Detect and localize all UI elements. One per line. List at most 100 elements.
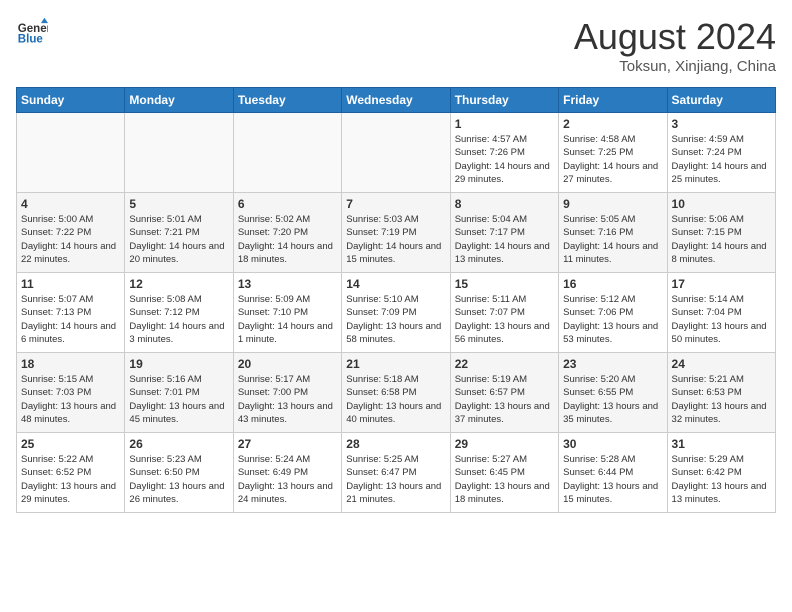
day-info: Sunrise: 5:08 AMSunset: 7:12 PMDaylight:… (129, 293, 228, 346)
calendar-cell: 14 Sunrise: 5:10 AMSunset: 7:09 PMDayligh… (342, 273, 450, 353)
calendar-cell (17, 113, 125, 193)
day-info: Sunrise: 5:23 AMSunset: 6:50 PMDaylight:… (129, 453, 228, 506)
day-number: 26 (129, 437, 228, 451)
calendar-cell: 2Sunrise: 4:58 AMSunset: 7:25 PMDaylight… (559, 113, 667, 193)
calendar-week-row: 11 Sunrise: 5:07 AMSunset: 7:13 PMDayligh… (17, 273, 776, 353)
day-number: 19 (129, 357, 228, 371)
calendar-cell: 12 Sunrise: 5:08 AMSunset: 7:12 PMDayligh… (125, 273, 233, 353)
location: Toksun, Xinjiang, China (574, 58, 776, 75)
day-info: Sunrise: 5:16 AMSunset: 7:01 PMDaylight:… (129, 373, 228, 426)
calendar-cell: 28 Sunrise: 5:25 AMSunset: 6:47 PMDayligh… (342, 433, 450, 513)
calendar-cell: 30Sunrise: 5:28 AMSunset: 6:44 PMDayligh… (559, 433, 667, 513)
day-info: Sunrise: 5:25 AMSunset: 6:47 PMDaylight:… (346, 453, 445, 506)
day-info: Sunrise: 5:11 AMSunset: 7:07 PMDaylight:… (455, 293, 554, 346)
logo-icon: General Blue (16, 16, 48, 48)
day-info: Sunrise: 5:05 AMSunset: 7:16 PMDaylight:… (563, 213, 662, 266)
day-number: 13 (238, 277, 337, 291)
calendar-cell (233, 113, 341, 193)
day-number: 7 (346, 197, 445, 211)
day-info: Sunrise: 5:28 AMSunset: 6:44 PMDaylight:… (563, 453, 662, 506)
page-header: General Blue August 2024 Toksun, Xinjian… (16, 16, 776, 75)
day-info: Sunrise: 5:04 AMSunset: 7:17 PMDaylight:… (455, 213, 554, 266)
calendar-cell: 24 Sunrise: 5:21 AMSunset: 6:53 PMDayligh… (667, 353, 775, 433)
day-info: Sunrise: 5:15 AMSunset: 7:03 PMDaylight:… (21, 373, 120, 426)
svg-text:Blue: Blue (18, 34, 44, 46)
day-number: 25 (21, 437, 120, 451)
calendar-cell: 16 Sunrise: 5:12 AMSunset: 7:06 PMDayligh… (559, 273, 667, 353)
day-info: Sunrise: 5:07 AMSunset: 7:13 PMDaylight:… (21, 293, 120, 346)
day-info: Sunrise: 5:21 AMSunset: 6:53 PMDaylight:… (672, 373, 771, 426)
day-info: Sunrise: 5:10 AMSunset: 7:09 PMDaylight:… (346, 293, 445, 346)
month-year: August 2024 (574, 16, 776, 58)
day-info: Sunrise: 5:02 AMSunset: 7:20 PMDaylight:… (238, 213, 337, 266)
day-info: Sunrise: 5:17 AMSunset: 7:00 PMDaylight:… (238, 373, 337, 426)
calendar-cell: 23Sunrise: 5:20 AMSunset: 6:55 PMDayligh… (559, 353, 667, 433)
day-info: Sunrise: 5:14 AMSunset: 7:04 PMDaylight:… (672, 293, 771, 346)
title-block: August 2024 Toksun, Xinjiang, China (574, 16, 776, 75)
day-number: 21 (346, 357, 445, 371)
day-info: Sunrise: 5:27 AMSunset: 6:45 PMDaylight:… (455, 453, 554, 506)
day-number: 11 (21, 277, 120, 291)
day-info: Sunrise: 5:18 AMSunset: 6:58 PMDaylight:… (346, 373, 445, 426)
day-number: 27 (238, 437, 337, 451)
day-info: Sunrise: 5:29 AMSunset: 6:42 PMDaylight:… (672, 453, 771, 506)
day-number: 6 (238, 197, 337, 211)
weekday-header-friday: Friday (559, 88, 667, 113)
calendar-cell: 8 Sunrise: 5:04 AMSunset: 7:17 PMDaylight… (450, 193, 558, 273)
weekday-header-wednesday: Wednesday (342, 88, 450, 113)
day-info: Sunrise: 5:24 AMSunset: 6:49 PMDaylight:… (238, 453, 337, 506)
calendar-cell: 17 Sunrise: 5:14 AMSunset: 7:04 PMDayligh… (667, 273, 775, 353)
day-info: Sunrise: 5:03 AMSunset: 7:19 PMDaylight:… (346, 213, 445, 266)
day-number: 22 (455, 357, 554, 371)
day-info: Sunrise: 5:09 AMSunset: 7:10 PMDaylight:… (238, 293, 337, 346)
calendar-cell: 26 Sunrise: 5:23 AMSunset: 6:50 PMDayligh… (125, 433, 233, 513)
weekday-header-sunday: Sunday (17, 88, 125, 113)
day-number: 31 (672, 437, 771, 451)
day-number: 10 (672, 197, 771, 211)
day-number: 29 (455, 437, 554, 451)
calendar-cell: 22Sunrise: 5:19 AMSunset: 6:57 PMDayligh… (450, 353, 558, 433)
day-number: 8 (455, 197, 554, 211)
calendar-cell (125, 113, 233, 193)
day-info: Sunrise: 4:59 AMSunset: 7:24 PMDaylight:… (672, 133, 771, 186)
day-number: 4 (21, 197, 120, 211)
calendar-cell: 4 Sunrise: 5:00 AMSunset: 7:22 PMDaylight… (17, 193, 125, 273)
calendar-table: SundayMondayTuesdayWednesdayThursdayFrid… (16, 87, 776, 513)
calendar-cell: 13 Sunrise: 5:09 AMSunset: 7:10 PMDayligh… (233, 273, 341, 353)
calendar-cell: 19 Sunrise: 5:16 AMSunset: 7:01 PMDayligh… (125, 353, 233, 433)
calendar-cell: 25 Sunrise: 5:22 AMSunset: 6:52 PMDayligh… (17, 433, 125, 513)
weekday-header-row: SundayMondayTuesdayWednesdayThursdayFrid… (17, 88, 776, 113)
day-info: Sunrise: 5:22 AMSunset: 6:52 PMDaylight:… (21, 453, 120, 506)
calendar-cell: 9 Sunrise: 5:05 AMSunset: 7:16 PMDaylight… (559, 193, 667, 273)
day-number: 28 (346, 437, 445, 451)
day-info: Sunrise: 5:12 AMSunset: 7:06 PMDaylight:… (563, 293, 662, 346)
day-number: 14 (346, 277, 445, 291)
day-number: 24 (672, 357, 771, 371)
weekday-header-monday: Monday (125, 88, 233, 113)
weekday-header-saturday: Saturday (667, 88, 775, 113)
calendar-cell: 10 Sunrise: 5:06 AMSunset: 7:15 PMDayligh… (667, 193, 775, 273)
calendar-week-row: 25 Sunrise: 5:22 AMSunset: 6:52 PMDayligh… (17, 433, 776, 513)
day-info: Sunrise: 5:00 AMSunset: 7:22 PMDaylight:… (21, 213, 120, 266)
day-number: 2 (563, 117, 662, 131)
day-number: 15 (455, 277, 554, 291)
calendar-cell: 27 Sunrise: 5:24 AMSunset: 6:49 PMDayligh… (233, 433, 341, 513)
day-number: 16 (563, 277, 662, 291)
calendar-cell: 6 Sunrise: 5:02 AMSunset: 7:20 PMDaylight… (233, 193, 341, 273)
calendar-cell: 11 Sunrise: 5:07 AMSunset: 7:13 PMDayligh… (17, 273, 125, 353)
day-number: 9 (563, 197, 662, 211)
day-number: 12 (129, 277, 228, 291)
calendar-week-row: 18Sunrise: 5:15 AMSunset: 7:03 PMDayligh… (17, 353, 776, 433)
calendar-cell: 20Sunrise: 5:17 AMSunset: 7:00 PMDayligh… (233, 353, 341, 433)
weekday-header-thursday: Thursday (450, 88, 558, 113)
day-number: 3 (672, 117, 771, 131)
calendar-week-row: 4 Sunrise: 5:00 AMSunset: 7:22 PMDaylight… (17, 193, 776, 273)
day-info: Sunrise: 5:20 AMSunset: 6:55 PMDaylight:… (563, 373, 662, 426)
weekday-header-tuesday: Tuesday (233, 88, 341, 113)
day-info: Sunrise: 5:01 AMSunset: 7:21 PMDaylight:… (129, 213, 228, 266)
day-number: 17 (672, 277, 771, 291)
calendar-cell: 1Sunrise: 4:57 AMSunset: 7:26 PMDaylight… (450, 113, 558, 193)
day-info: Sunrise: 4:57 AMSunset: 7:26 PMDaylight:… (455, 133, 554, 186)
day-info: Sunrise: 5:06 AMSunset: 7:15 PMDaylight:… (672, 213, 771, 266)
day-number: 5 (129, 197, 228, 211)
